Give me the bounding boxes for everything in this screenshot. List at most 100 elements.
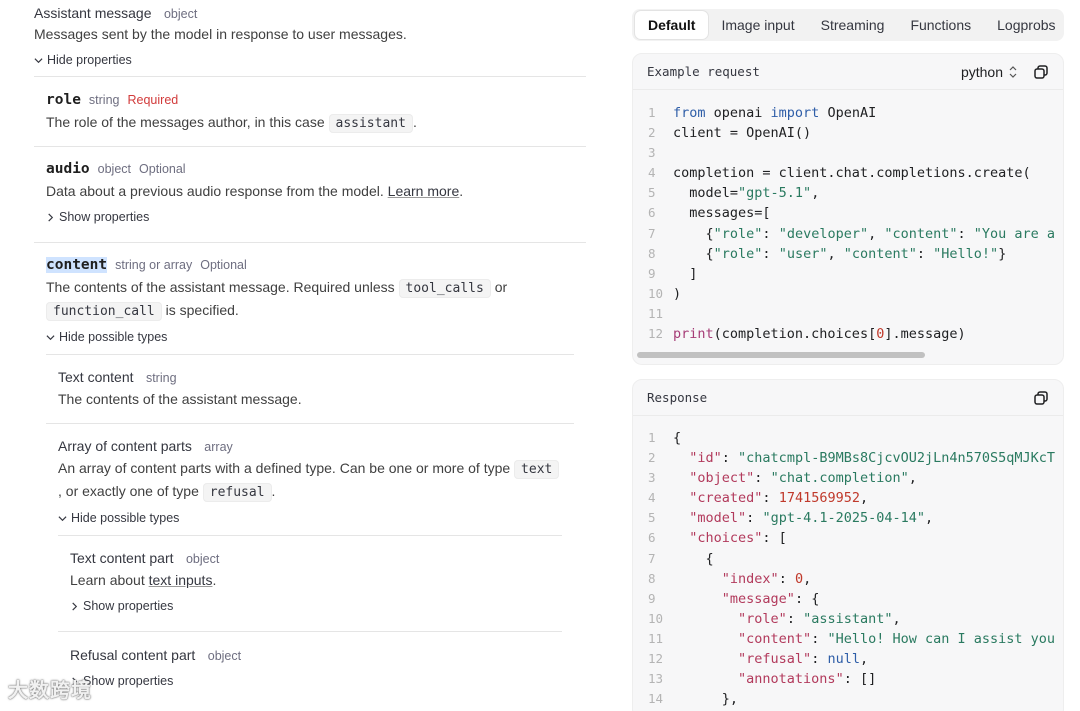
request-code-line: 11 [633,304,1063,324]
hide-properties-toggle[interactable]: Hide properties [34,53,132,67]
line-number: 12 [648,651,664,667]
tab-streaming[interactable]: Streaming [808,11,898,39]
tab-logprobs[interactable]: Logprobs [984,11,1064,39]
role-desc-period: . [412,114,417,130]
response-code-line: 8 "index": 0, [633,569,1063,589]
audio-param-name: audio [46,161,90,177]
content-desc-code-function-call: function_call [46,302,162,321]
language-select[interactable]: python [961,64,1017,80]
request-code-line: 3 [633,143,1063,163]
line-number: 11 [648,305,664,321]
text-content-part-type: object [185,552,220,566]
horizontal-scrollbar[interactable] [637,352,925,358]
tab-functions[interactable]: Functions [897,11,984,39]
line-number: 8 [648,570,656,586]
code-text: messages=[ [673,205,771,222]
example-request-panel: Example request python 1 from openai impo… [632,53,1064,365]
updown-chevron-icon [1009,65,1017,78]
show-properties-toggle[interactable]: Show properties [70,599,173,613]
array-parts-desc: An array of content parts with a defined… [58,457,568,481]
array-parts-desc-cont: , or exactly one of type refusal. [58,480,275,504]
line-number: 4 [648,490,656,506]
request-code-block: 1 from openai import OpenAI 2 client = Open… [633,90,1063,344]
example-request-title: Example request [647,64,760,79]
language-value: python [960,63,1003,80]
line-number: 6 [648,205,656,221]
refusal-content-part-type: object [207,649,242,663]
chevron-down-icon [34,57,43,63]
line-number: 4 [648,165,656,181]
request-code-line: 1 from openai import OpenAI [633,103,1063,123]
code-text: "refusal": null, [738,651,869,668]
show-properties-toggle[interactable]: Show properties [46,210,149,224]
text-content-desc: The contents of the assistant message. [58,391,302,407]
line-number: 1 [648,430,656,445]
response-code-line: 11 "content": "Hello! How can I assist y… [633,629,1063,649]
code-text: { [673,550,714,567]
code-text: "annotations": [] [738,671,877,688]
code-text: "content": "Hello! How can I assist you [738,630,1056,647]
code-text: completion = client.chat.completions.cre… [673,165,1031,182]
audio-desc-period: . [459,183,464,199]
code-text: "role": "assistant", [738,610,901,627]
example-request-header: Example request python [633,54,1063,90]
audio-desc-text: Data about a previous audio response fro… [46,183,384,199]
learn-more-link[interactable]: Learn more [388,183,460,199]
response-code-line: 2 "id": "chatcmpl-B9MBs8CjcvOU2jLn4n570S… [633,448,1063,468]
request-code-line: 7 {"role": "developer", "content": "You … [633,224,1063,244]
response-code-line: 12 "refusal": null, [633,649,1063,669]
content-param-desc-cont: function_call is specified. [46,299,239,323]
role-desc-code: assistant [328,114,413,133]
request-code-line: 2 client = OpenAI() [633,123,1063,143]
content-param-type: string or array [115,258,193,272]
line-number: 7 [648,225,656,241]
code-text: "object": "chat.completion", [689,470,917,487]
line-number: 5 [648,185,656,201]
line-number: 9 [648,265,656,281]
assistant-message-header: Assistant message object [34,5,197,23]
code-text: { [673,430,682,446]
line-number: 1 [648,105,656,120]
line-number: 13 [648,671,664,687]
response-code-line: 13 "annotations": [] [633,669,1063,689]
request-code-line: 4 completion = client.chat.completions.cr… [633,163,1063,183]
code-text: "created": 1741569952, [689,490,869,507]
line-number: 3 [648,145,656,161]
divider [46,423,574,424]
line-number: 14 [648,691,664,707]
request-code-line: 9 ] [633,264,1063,284]
array-parts-type: array [204,440,233,454]
code-text: "model": "gpt-4.1-2025-04-14", [689,510,934,527]
divider [58,535,562,536]
response-header: Response [633,380,1063,416]
text-content-type: string [145,371,177,385]
line-number: 2 [648,450,656,466]
divider [34,242,586,243]
text-part-desc-text: Learn about [70,572,145,588]
line-number: 6 [648,530,656,546]
chevron-down-icon [46,334,55,340]
audio-param-header: audio object Optional [46,161,186,177]
copy-icon[interactable] [1033,390,1049,406]
text-inputs-link[interactable]: text inputs [149,572,213,588]
response-code-line: 3 "object": "chat.completion", [633,468,1063,488]
line-number: 5 [648,510,656,526]
response-code-line: 4 "created": 1741569952, [633,488,1063,508]
code-text: print(completion.choices[0].message) [673,326,966,343]
code-text: {"role": "developer", "content": "You ar… [673,225,1056,242]
example-tabs: Default Image input Streaming Functions … [632,9,1064,41]
text-content-part-title: Text content part [70,550,174,566]
chevron-right-icon [48,212,54,222]
code-text: "index": 0, [721,570,812,587]
request-code-line: 8 {"role": "user", "content": "Hello!"} [633,244,1063,264]
response-code-line: 9 "message": { [633,589,1063,609]
hide-possible-types-toggle[interactable]: Hide possible types [46,330,167,344]
code-text: client = OpenAI() [673,125,812,142]
copy-icon[interactable] [1033,64,1049,80]
array-parts-header: Array of content parts array [58,438,233,456]
tab-image-input[interactable]: Image input [708,11,807,39]
tab-default[interactable]: Default [635,11,709,39]
api-reference-panel: Assistant message object Messages sent b… [0,0,600,711]
show-properties-label: Show properties [59,210,150,224]
hide-possible-types-toggle[interactable]: Hide possible types [58,511,179,525]
